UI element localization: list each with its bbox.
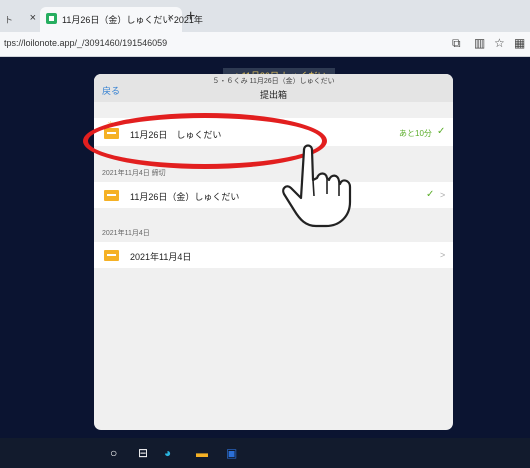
- tab-title: 11月26日（金）しゅくだい 2021年: [62, 15, 203, 25]
- url-text[interactable]: tps://loilonote.app/_/3091460/191546059: [4, 38, 167, 48]
- new-tab-button[interactable]: +: [186, 8, 195, 26]
- pointing-hand-icon: [282, 144, 352, 228]
- favorites-icon[interactable]: ☆: [494, 36, 505, 50]
- submission-row-dated[interactable]: 2021年11月4日 >: [94, 242, 453, 268]
- browser-tab-bar: ト × 11月26日（金）しゅくだい 2021年 × +: [0, 0, 530, 32]
- edge-icon[interactable]: ◕: [164, 446, 171, 460]
- chevron-right-icon: >: [440, 250, 446, 260]
- collections-icon[interactable]: ▦: [514, 36, 525, 50]
- submission-folder-icon: [104, 250, 119, 261]
- section-header: 2021年11月4日: [102, 230, 150, 237]
- word-icon[interactable]: ▣: [226, 446, 237, 460]
- submission-row-label: 11月26日（金）しゅくだい: [130, 192, 240, 202]
- extension-icon[interactable]: ⧉: [452, 36, 461, 51]
- windows-taskbar: ○ ⊟ ◕ ▬ ▣: [0, 438, 530, 468]
- dialog-subtitle: ５・６くみ 11月26日（金）しゅくだい: [212, 78, 335, 85]
- search-icon[interactable]: ○: [110, 446, 117, 460]
- section-header: 2021年11月4日 締切: [102, 170, 166, 177]
- dialog-header: 戻る ５・６くみ 11月26日（金）しゅくだい 提出箱: [94, 74, 453, 102]
- check-icon: ✓: [437, 126, 446, 137]
- chevron-right-icon: >: [440, 190, 446, 200]
- explorer-icon[interactable]: ▬: [196, 446, 208, 460]
- tab-title: ト: [4, 15, 14, 25]
- address-bar[interactable]: tps://loilonote.app/_/3091460/191546059 …: [0, 32, 530, 57]
- submission-row-label: 2021年11月4日: [130, 252, 192, 262]
- browser-tab-previous[interactable]: ト ×: [0, 7, 40, 32]
- task-view-icon[interactable]: ⊟: [138, 446, 148, 460]
- loilonote-favicon-icon: [46, 13, 57, 24]
- tab-close-icon[interactable]: ×: [30, 12, 36, 24]
- time-remaining-text: あと10分: [399, 129, 432, 138]
- submission-row-deadline[interactable]: 11月26日（金）しゅくだい ✓ >: [94, 182, 453, 208]
- check-icon: ✓: [426, 189, 435, 200]
- tab-close-icon[interactable]: ×: [168, 12, 174, 24]
- submission-folder-icon: [104, 190, 119, 201]
- reader-view-icon[interactable]: ▥: [474, 36, 485, 50]
- browser-tab-active[interactable]: 11月26日（金）しゅくだい 2021年 ×: [40, 7, 203, 32]
- dialog-title: 提出箱: [259, 90, 287, 100]
